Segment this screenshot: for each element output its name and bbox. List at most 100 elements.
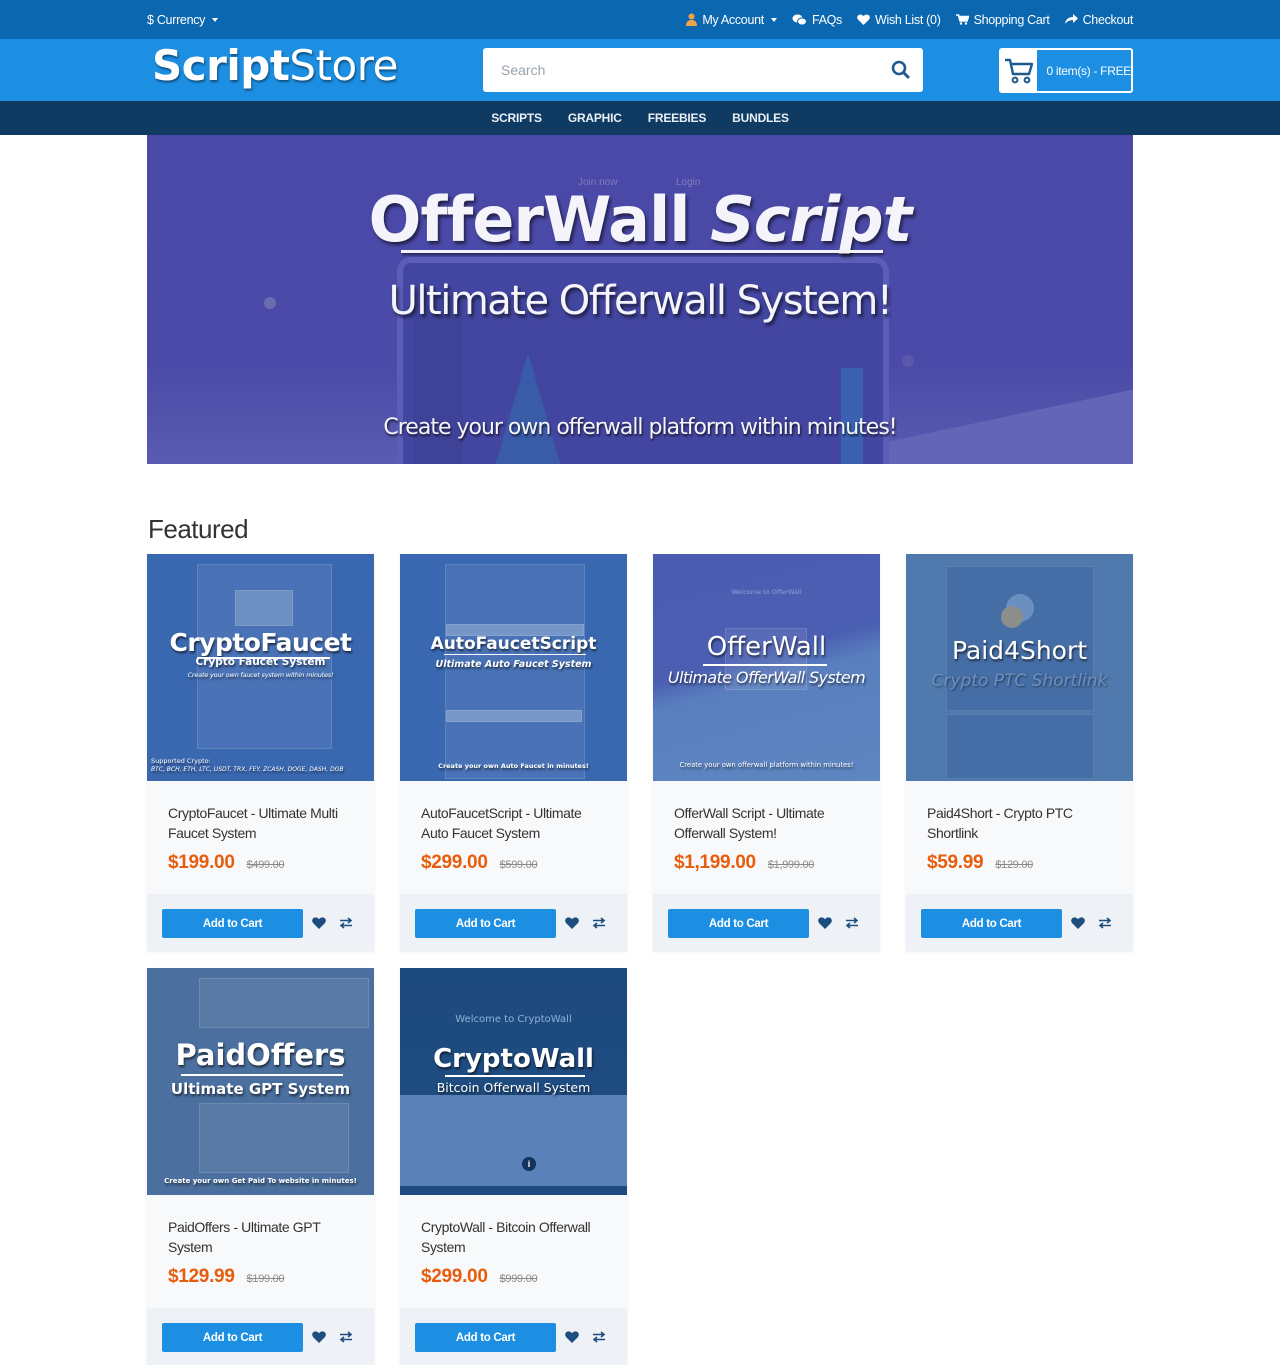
- logo[interactable]: ScriptStore: [152, 41, 398, 90]
- compare-icon[interactable]: [592, 916, 606, 930]
- compare-icon[interactable]: [845, 916, 859, 930]
- nav-scripts[interactable]: SCRIPTS: [491, 111, 542, 125]
- product-thumbnail[interactable]: Paid4Short Crypto PTC Shortlink: [906, 554, 1133, 781]
- thumb-header: Welcome to CryptoWall: [455, 1014, 572, 1025]
- product-thumbnail[interactable]: PaidOffers Ultimate GPT System Create yo…: [147, 968, 374, 1195]
- faqs-label: FAQs: [811, 12, 842, 27]
- product-info: PaidOffers - Ultimate GPT System $129.99…: [147, 1195, 374, 1308]
- search-icon: [891, 60, 910, 79]
- search-box: [483, 48, 923, 92]
- product-card: Welcome to OfferWall OfferWall Ultimate …: [653, 554, 880, 951]
- product-name[interactable]: CryptoWall - Bitcoin Offerwall System: [421, 1217, 607, 1257]
- thumb-screenshot: [199, 1103, 349, 1173]
- compare-icon[interactable]: [339, 1330, 353, 1344]
- thumb-underline: [445, 1075, 585, 1077]
- product-prices: $299.00 $599.00: [421, 852, 607, 874]
- heart-icon[interactable]: [312, 916, 326, 930]
- my-account-label: My Account: [702, 12, 764, 27]
- hero-banner[interactable]: Join now Login OfferWall Script Ultimate…: [147, 135, 1133, 464]
- thumb-subtitle: Crypto PTC Shortlink: [931, 671, 1108, 691]
- product-card: PaidOffers Ultimate GPT System Create yo…: [147, 968, 374, 1365]
- add-to-cart-button[interactable]: Add to Cart: [162, 1323, 303, 1352]
- shopping-cart-label: Shopping Cart: [973, 12, 1050, 27]
- thumb-subtitle: Bitcoin Offerwall System: [436, 1080, 591, 1095]
- heart-icon[interactable]: [1071, 916, 1085, 930]
- checkout-link[interactable]: Checkout: [1064, 13, 1133, 27]
- product-name[interactable]: Paid4Short - Crypto PTC Shortlink: [927, 803, 1113, 843]
- banner-title-italic: Script: [710, 183, 912, 256]
- product-price: $199.00: [168, 852, 235, 873]
- thumb-header: Welcome to OfferWall: [731, 588, 802, 596]
- thumb-note: Create your own faucet system within min…: [187, 671, 334, 679]
- add-to-cart-button[interactable]: Add to Cart: [415, 909, 556, 938]
- heart-icon[interactable]: [818, 916, 832, 930]
- info-icon: i: [522, 1157, 536, 1171]
- product-card: Paid4Short Crypto PTC Shortlink Paid4Sho…: [906, 554, 1133, 951]
- compare-icon[interactable]: [592, 1330, 606, 1344]
- thumb-screenshot: [199, 978, 369, 1028]
- featured-heading: Featured: [148, 514, 249, 544]
- shopping-cart-link[interactable]: Shopping Cart: [955, 12, 1050, 27]
- add-to-cart-button[interactable]: Add to Cart: [668, 909, 809, 938]
- wish-list-label: Wish List (0): [875, 12, 941, 27]
- wish-list-link[interactable]: Wish List (0): [857, 13, 941, 27]
- product-name[interactable]: OfferWall Script - Ultimate Offerwall Sy…: [674, 803, 860, 843]
- heart-icon[interactable]: [565, 1330, 579, 1344]
- faqs-link[interactable]: FAQs: [792, 13, 842, 27]
- product-thumbnail[interactable]: Welcome to OfferWall OfferWall Ultimate …: [653, 554, 880, 781]
- product-card: CryptoFaucet Crypto Faucet System Create…: [147, 554, 374, 951]
- product-info: OfferWall Script - Ultimate Offerwall Sy…: [653, 781, 880, 894]
- product-info: CryptoWall - Bitcoin Offerwall System $2…: [400, 1195, 627, 1308]
- cart-icon: [955, 14, 969, 25]
- thumb-note: Create your own Get Paid To website in m…: [164, 1177, 357, 1185]
- thumb-subtitle: Crypto Faucet System: [195, 656, 326, 668]
- thumb-screenshot: [445, 564, 585, 779]
- currency-dropdown[interactable]: $ Currency: [147, 13, 219, 27]
- thumb-screenshot: [235, 590, 293, 626]
- product-card: AutoFaucetScript Ultimate Auto Faucet Sy…: [400, 554, 627, 951]
- product-actions: Add to Cart: [400, 1308, 627, 1365]
- cart-summary: 0 item(s) - FREE: [1046, 63, 1131, 78]
- thumb-underline: [181, 1074, 343, 1076]
- heart-icon[interactable]: [565, 916, 579, 930]
- compare-icon[interactable]: [339, 916, 353, 930]
- product-name[interactable]: PaidOffers - Ultimate GPT System: [168, 1217, 354, 1257]
- cart-icon-box: [1001, 50, 1038, 91]
- heart-icon[interactable]: [312, 1330, 326, 1344]
- product-name[interactable]: AutoFaucetScript - Ultimate Auto Faucet …: [421, 803, 607, 843]
- product-old-price: $599.00: [499, 859, 538, 871]
- search-button[interactable]: [889, 58, 913, 82]
- product-prices: $299.00 $999.00: [421, 1266, 607, 1288]
- product-price: $1,199.00: [674, 852, 756, 873]
- product-price: $129.99: [168, 1266, 235, 1287]
- compare-icon[interactable]: [1098, 916, 1112, 930]
- product-old-price: $199.00: [246, 1273, 285, 1285]
- product-old-price: $129.00: [995, 859, 1033, 871]
- product-thumbnail[interactable]: Welcome to CryptoWall CryptoWall Bitcoin…: [400, 968, 627, 1195]
- thumb-underline: [444, 654, 586, 655]
- thumb-subtitle: Ultimate GPT System: [170, 1080, 351, 1098]
- add-to-cart-button[interactable]: Add to Cart: [162, 909, 303, 938]
- banner-underline: [401, 250, 883, 253]
- add-to-cart-button[interactable]: Add to Cart: [921, 909, 1062, 938]
- product-price: $299.00: [421, 852, 488, 873]
- my-account-link[interactable]: My Account: [686, 13, 777, 27]
- share-arrow-icon: [1064, 14, 1078, 24]
- nav-freebies[interactable]: FREEBIES: [648, 111, 707, 125]
- nav-graphic[interactable]: GRAPHIC: [568, 111, 622, 125]
- site-header: ScriptStore 0 item(s) - FREE: [0, 39, 1280, 101]
- product-thumbnail[interactable]: CryptoFaucet Crypto Faucet System Create…: [147, 554, 374, 781]
- add-to-cart-button[interactable]: Add to Cart: [415, 1323, 556, 1352]
- cart-button[interactable]: 0 item(s) - FREE: [999, 48, 1133, 93]
- product-price: $59.99: [927, 852, 984, 873]
- nav-bundles[interactable]: BUNDLES: [732, 111, 789, 125]
- logo-bold: Script: [152, 41, 290, 90]
- thumb-subtitle: Ultimate OfferWall System: [667, 668, 866, 687]
- product-info: Paid4Short - Crypto PTC Shortlink $59.99…: [906, 781, 1133, 894]
- product-thumbnail[interactable]: AutoFaucetScript Ultimate Auto Faucet Sy…: [400, 554, 627, 781]
- product-name[interactable]: CryptoFaucet - Ultimate Multi Faucet Sys…: [168, 803, 354, 843]
- main-nav: SCRIPTS GRAPHIC FREEBIES BUNDLES: [0, 101, 1280, 135]
- thumb-title: PaidOffers: [175, 1038, 346, 1072]
- thumb-supported-label: Supported Crypto:: [151, 757, 211, 765]
- search-input[interactable]: [483, 48, 863, 92]
